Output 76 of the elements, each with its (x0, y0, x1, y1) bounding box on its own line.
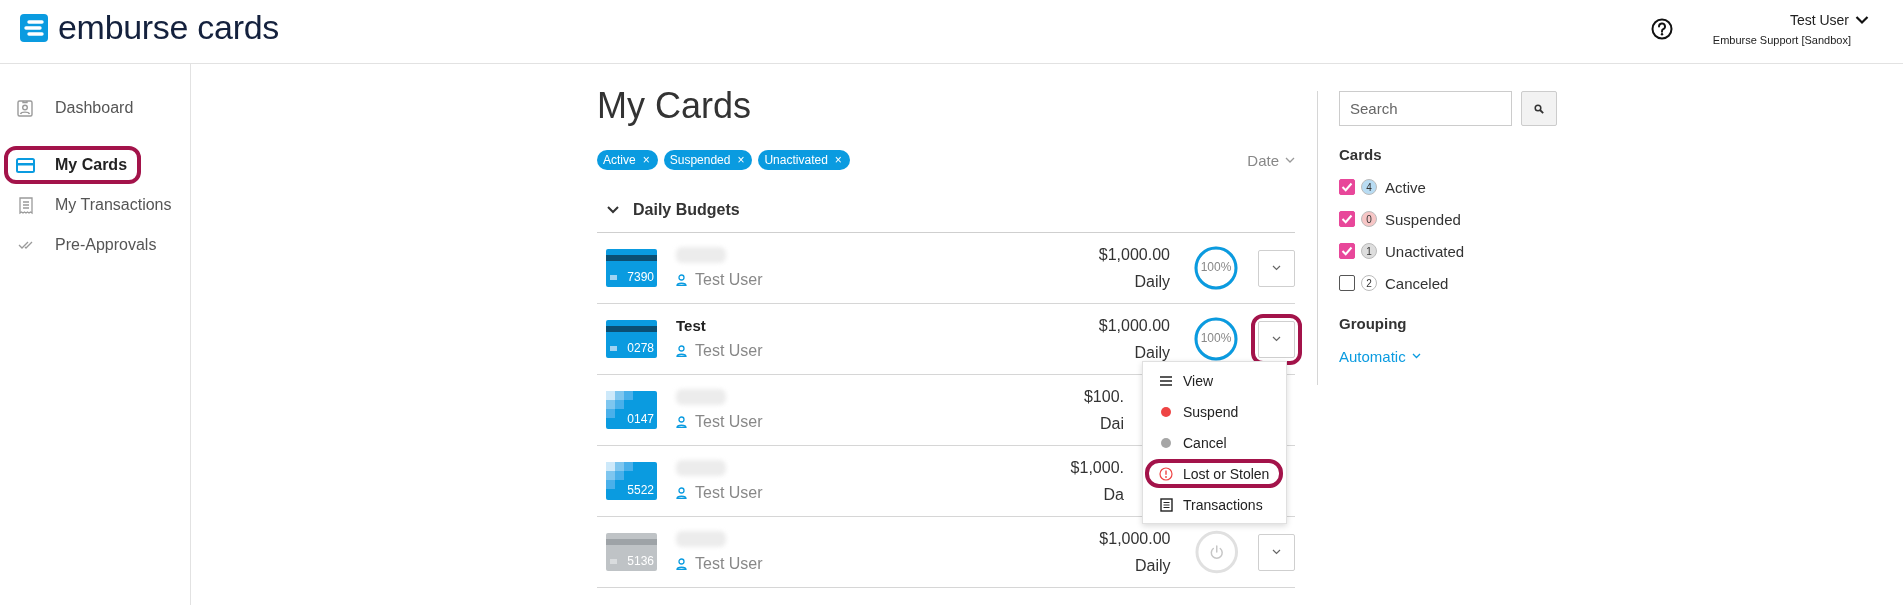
menu-item[interactable]: Cancel (1143, 427, 1286, 458)
chevron-down-icon (1272, 336, 1281, 342)
chevron-down-icon (1285, 156, 1295, 164)
logo-text: emburse cards (58, 8, 279, 47)
person-icon (676, 558, 687, 570)
chevron-down-icon (1411, 353, 1421, 359)
holder-name: Test User (695, 342, 763, 360)
budget-period: Daily (1133, 343, 1170, 362)
chevron-down-icon (1855, 14, 1869, 25)
receipt-icon (16, 195, 35, 215)
budget-amount: $1,000.00 (1097, 316, 1170, 335)
budget-amount: $100. (1082, 387, 1124, 406)
section-title: Grouping (1339, 315, 1408, 333)
chevron-down-icon (607, 205, 619, 214)
credit-card-thumbnail: 0278 (606, 320, 657, 358)
budget-period: Dai (1099, 414, 1124, 433)
menu-item[interactable]: Suspend (1143, 396, 1286, 427)
sort-dropdown[interactable]: Date (1247, 151, 1295, 169)
status-label: Suspended (1385, 210, 1461, 228)
search-field[interactable]: Search (1339, 91, 1512, 126)
menu-item[interactable]: Transactions (1143, 489, 1286, 520)
user-menu[interactable]: Test User Emburse Support [Sandbox] (1712, 11, 1869, 46)
power-icon (1193, 529, 1239, 575)
section-title: Cards (1339, 146, 1383, 164)
status-label: Active (1385, 178, 1426, 196)
count-badge: 4 (1361, 179, 1377, 195)
holder-name: Test User (695, 484, 763, 502)
status-label: Unactivated (1385, 242, 1465, 260)
budget-period: Da (1102, 485, 1124, 504)
search-icon (1534, 103, 1544, 114)
usage-percent: 100% (1199, 260, 1233, 274)
budget-amount: $1,000.00 (1097, 245, 1170, 264)
checkbox[interactable] (1339, 211, 1355, 227)
double-check-icon (17, 240, 34, 250)
group-header[interactable]: Daily Budgets (597, 187, 1295, 233)
sidebar-item[interactable]: Dashboard (0, 88, 190, 128)
card-name: Test (676, 318, 707, 334)
status-label: Canceled (1385, 274, 1449, 292)
holder-name: Test User (695, 555, 763, 573)
credit-card-icon (16, 157, 35, 173)
id-badge-icon (16, 98, 35, 118)
credit-card-thumbnail: 5136 (606, 533, 657, 571)
sidebar-item[interactable]: My Cards (0, 145, 190, 185)
menu-lines-icon (1159, 375, 1173, 386)
credit-card-thumbnail: 5522 (606, 462, 657, 500)
person-icon (676, 274, 687, 286)
usage-percent: 100% (1199, 331, 1233, 345)
budget-amount: $1,000. (1069, 458, 1124, 477)
sidebar-item[interactable]: Pre-Approvals (0, 225, 190, 265)
checkbox[interactable] (1339, 179, 1355, 195)
alert-icon (1159, 466, 1173, 481)
menu-item[interactable]: View (1143, 365, 1286, 396)
search-button[interactable] (1521, 91, 1557, 126)
person-icon (676, 487, 687, 499)
holder-name: Test User (695, 271, 763, 289)
chevron-down-icon (1272, 265, 1281, 271)
page-title: My Cards (597, 84, 753, 128)
count-badge: 2 (1361, 275, 1377, 291)
menu-item[interactable]: Lost or Stolen (1143, 458, 1286, 489)
budget-period: Daily (1133, 272, 1170, 291)
logo-icon (20, 13, 48, 42)
document-icon (1159, 497, 1173, 512)
person-icon (676, 345, 687, 357)
count-badge: 1 (1361, 243, 1377, 259)
help-icon[interactable] (1650, 17, 1673, 40)
credit-card-thumbnail: 0147 (606, 391, 657, 429)
budget-period: Daily (1133, 556, 1171, 575)
sidebar-item[interactable]: My Transactions (0, 185, 190, 225)
chevron-down-icon (1272, 549, 1281, 555)
count-badge: 0 (1361, 211, 1377, 227)
checkbox[interactable] (1339, 275, 1355, 291)
credit-card-thumbnail: 7390 (606, 249, 657, 287)
checkbox[interactable] (1339, 243, 1355, 259)
person-icon (676, 416, 687, 428)
budget-amount: $1,000.00 (1098, 529, 1171, 548)
holder-name: Test User (695, 413, 763, 431)
